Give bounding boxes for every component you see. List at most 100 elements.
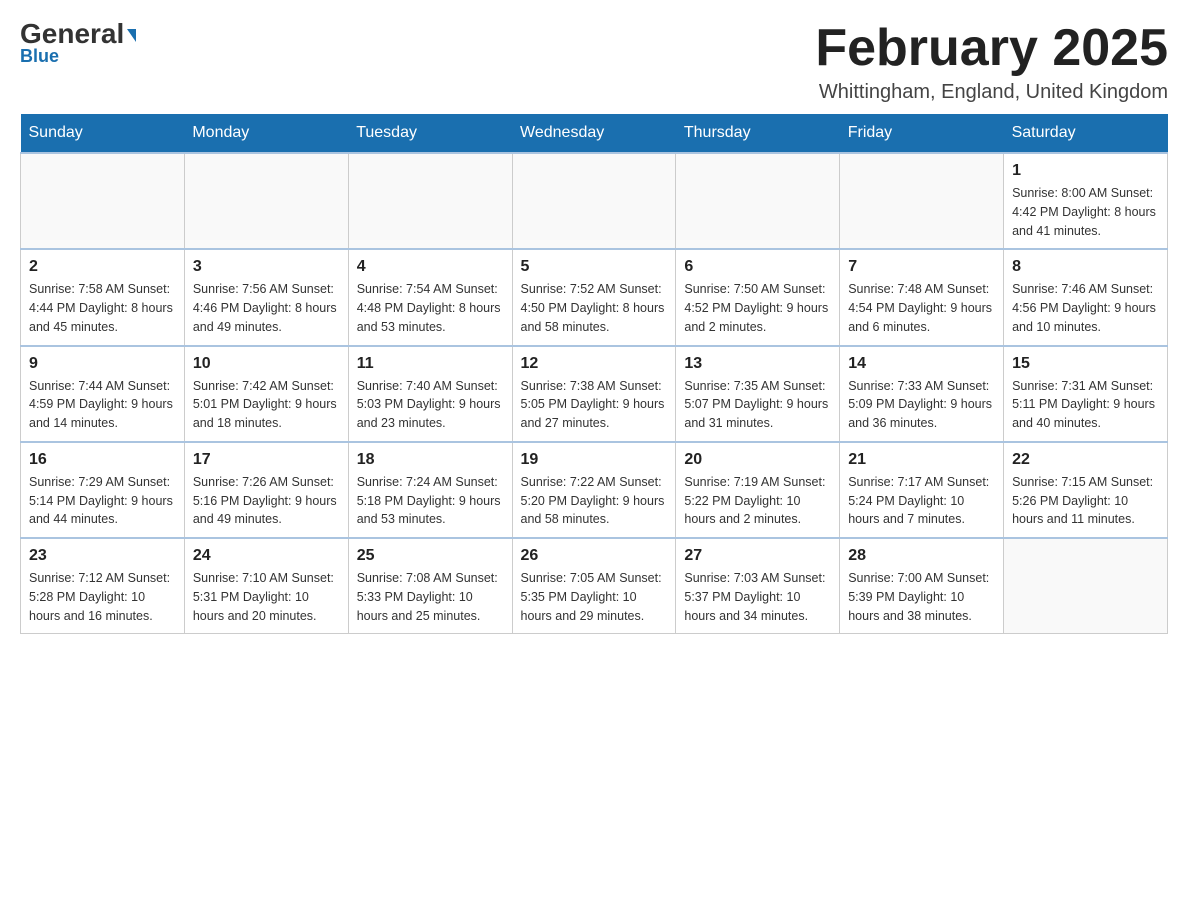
header-sunday: Sunday (21, 114, 185, 153)
calendar-day-cell (840, 153, 1004, 249)
day-number: 7 (848, 258, 995, 276)
calendar-week-row: 9 Sunrise: 7:44 AM Sunset: 4:59 PM Daylig… (21, 346, 1168, 442)
day-number: 27 (684, 547, 831, 565)
calendar-day-cell: 10Sunrise: 7:42 AM Sunset: 5:01 PM Dayli… (184, 346, 348, 442)
calendar-day-cell: 19Sunrise: 7:22 AM Sunset: 5:20 PM Dayli… (512, 442, 676, 538)
calendar-day-cell: 18Sunrise: 7:24 AM Sunset: 5:18 PM Dayli… (348, 442, 512, 538)
day-number: 21 (848, 451, 995, 469)
day-info: Sunrise: 7:48 AM Sunset: 4:54 PM Dayligh… (848, 280, 995, 336)
calendar-day-cell: 2 Sunrise: 7:58 AM Sunset: 4:44 PM Daylig… (21, 249, 185, 345)
logo-blue-text: Blue (20, 46, 59, 67)
calendar-day-cell: 16 Sunrise: 7:29 AM Sunset: 5:14 PM Dayli… (21, 442, 185, 538)
day-number: 25 (357, 547, 504, 565)
day-info: Sunrise: 7:52 AM Sunset: 4:50 PM Dayligh… (521, 280, 668, 336)
calendar-day-cell: 11 Sunrise: 7:40 AM Sunset: 5:03 PM Dayli… (348, 346, 512, 442)
page-header: General Blue February 2025 Whittingham, … (20, 20, 1168, 104)
day-info: Sunrise: 7:10 AM Sunset: 5:31 PM Dayligh… (193, 569, 340, 625)
day-info: Sunrise: 7:42 AM Sunset: 5:01 PM Dayligh… (193, 377, 340, 433)
calendar-day-cell: 6 Sunrise: 7:50 AM Sunset: 4:52 PM Daylig… (676, 249, 840, 345)
day-number: 5 (521, 258, 668, 276)
day-info: Sunrise: 7:12 AM Sunset: 5:28 PM Dayligh… (29, 569, 176, 625)
calendar-table: Sunday Monday Tuesday Wednesday Thursday… (20, 114, 1168, 634)
calendar-day-cell: 14 Sunrise: 7:33 AM Sunset: 5:09 PM Dayli… (840, 346, 1004, 442)
day-number: 26 (521, 547, 668, 565)
day-number: 16 (29, 451, 176, 469)
day-number: 6 (684, 258, 831, 276)
header-friday: Friday (840, 114, 1004, 153)
header-wednesday: Wednesday (512, 114, 676, 153)
calendar-header-row: Sunday Monday Tuesday Wednesday Thursday… (21, 114, 1168, 153)
day-info: Sunrise: 7:26 AM Sunset: 5:16 PM Dayligh… (193, 473, 340, 529)
calendar-day-cell (1004, 538, 1168, 634)
calendar-day-cell: 21 Sunrise: 7:17 AM Sunset: 5:24 PM Dayli… (840, 442, 1004, 538)
calendar-day-cell: 13 Sunrise: 7:35 AM Sunset: 5:07 PM Dayli… (676, 346, 840, 442)
calendar-day-cell (184, 153, 348, 249)
calendar-day-cell: 25 Sunrise: 7:08 AM Sunset: 5:33 PM Dayli… (348, 538, 512, 634)
calendar-day-cell: 12Sunrise: 7:38 AM Sunset: 5:05 PM Dayli… (512, 346, 676, 442)
day-number: 11 (357, 355, 504, 373)
calendar-day-cell: 7 Sunrise: 7:48 AM Sunset: 4:54 PM Daylig… (840, 249, 1004, 345)
calendar-day-cell: 20 Sunrise: 7:19 AM Sunset: 5:22 PM Dayli… (676, 442, 840, 538)
calendar-day-cell: 23 Sunrise: 7:12 AM Sunset: 5:28 PM Dayli… (21, 538, 185, 634)
day-number: 18 (357, 451, 504, 469)
day-number: 2 (29, 258, 176, 276)
location: Whittingham, England, United Kingdom (815, 81, 1168, 104)
day-info: Sunrise: 7:08 AM Sunset: 5:33 PM Dayligh… (357, 569, 504, 625)
calendar-day-cell: 5 Sunrise: 7:52 AM Sunset: 4:50 PM Daylig… (512, 249, 676, 345)
day-info: Sunrise: 7:38 AM Sunset: 5:05 PM Dayligh… (521, 377, 668, 433)
day-info: Sunrise: 7:35 AM Sunset: 5:07 PM Dayligh… (684, 377, 831, 433)
day-number: 13 (684, 355, 831, 373)
day-number: 24 (193, 547, 340, 565)
calendar-day-cell: 27Sunrise: 7:03 AM Sunset: 5:37 PM Dayli… (676, 538, 840, 634)
day-number: 8 (1012, 258, 1159, 276)
day-number: 4 (357, 258, 504, 276)
logo: General Blue (20, 20, 136, 67)
day-info: Sunrise: 7:00 AM Sunset: 5:39 PM Dayligh… (848, 569, 995, 625)
logo-text: General (20, 20, 136, 48)
day-number: 20 (684, 451, 831, 469)
calendar-day-cell: 17 Sunrise: 7:26 AM Sunset: 5:16 PM Dayli… (184, 442, 348, 538)
day-number: 3 (193, 258, 340, 276)
day-info: Sunrise: 7:58 AM Sunset: 4:44 PM Dayligh… (29, 280, 176, 336)
calendar-day-cell: 9 Sunrise: 7:44 AM Sunset: 4:59 PM Daylig… (21, 346, 185, 442)
day-info: Sunrise: 7:33 AM Sunset: 5:09 PM Dayligh… (848, 377, 995, 433)
day-info: Sunrise: 7:29 AM Sunset: 5:14 PM Dayligh… (29, 473, 176, 529)
calendar-day-cell: 28 Sunrise: 7:00 AM Sunset: 5:39 PM Dayli… (840, 538, 1004, 634)
header-tuesday: Tuesday (348, 114, 512, 153)
calendar-week-row: 16 Sunrise: 7:29 AM Sunset: 5:14 PM Dayli… (21, 442, 1168, 538)
day-info: Sunrise: 7:05 AM Sunset: 5:35 PM Dayligh… (521, 569, 668, 625)
calendar-week-row: 23 Sunrise: 7:12 AM Sunset: 5:28 PM Dayli… (21, 538, 1168, 634)
title-section: February 2025 Whittingham, England, Unit… (815, 20, 1168, 104)
day-info: Sunrise: 8:00 AM Sunset: 4:42 PM Dayligh… (1012, 184, 1159, 240)
calendar-day-cell (512, 153, 676, 249)
calendar-day-cell: 15 Sunrise: 7:31 AM Sunset: 5:11 PM Dayli… (1004, 346, 1168, 442)
calendar-day-cell: 4 Sunrise: 7:54 AM Sunset: 4:48 PM Daylig… (348, 249, 512, 345)
header-thursday: Thursday (676, 114, 840, 153)
day-info: Sunrise: 7:46 AM Sunset: 4:56 PM Dayligh… (1012, 280, 1159, 336)
calendar-day-cell (348, 153, 512, 249)
day-info: Sunrise: 7:17 AM Sunset: 5:24 PM Dayligh… (848, 473, 995, 529)
calendar-day-cell (676, 153, 840, 249)
day-info: Sunrise: 7:40 AM Sunset: 5:03 PM Dayligh… (357, 377, 504, 433)
calendar-day-cell (21, 153, 185, 249)
calendar-day-cell: 24 Sunrise: 7:10 AM Sunset: 5:31 PM Dayli… (184, 538, 348, 634)
day-info: Sunrise: 7:31 AM Sunset: 5:11 PM Dayligh… (1012, 377, 1159, 433)
day-info: Sunrise: 7:44 AM Sunset: 4:59 PM Dayligh… (29, 377, 176, 433)
header-saturday: Saturday (1004, 114, 1168, 153)
day-number: 14 (848, 355, 995, 373)
day-number: 23 (29, 547, 176, 565)
day-number: 17 (193, 451, 340, 469)
day-info: Sunrise: 7:56 AM Sunset: 4:46 PM Dayligh… (193, 280, 340, 336)
day-info: Sunrise: 7:22 AM Sunset: 5:20 PM Dayligh… (521, 473, 668, 529)
day-number: 22 (1012, 451, 1159, 469)
day-info: Sunrise: 7:19 AM Sunset: 5:22 PM Dayligh… (684, 473, 831, 529)
day-info: Sunrise: 7:50 AM Sunset: 4:52 PM Dayligh… (684, 280, 831, 336)
day-info: Sunrise: 7:54 AM Sunset: 4:48 PM Dayligh… (357, 280, 504, 336)
month-title: February 2025 (815, 20, 1168, 77)
calendar-day-cell: 26 Sunrise: 7:05 AM Sunset: 5:35 PM Dayli… (512, 538, 676, 634)
day-number: 9 (29, 355, 176, 373)
calendar-day-cell: 3 Sunrise: 7:56 AM Sunset: 4:46 PM Daylig… (184, 249, 348, 345)
day-number: 15 (1012, 355, 1159, 373)
header-monday: Monday (184, 114, 348, 153)
day-number: 28 (848, 547, 995, 565)
